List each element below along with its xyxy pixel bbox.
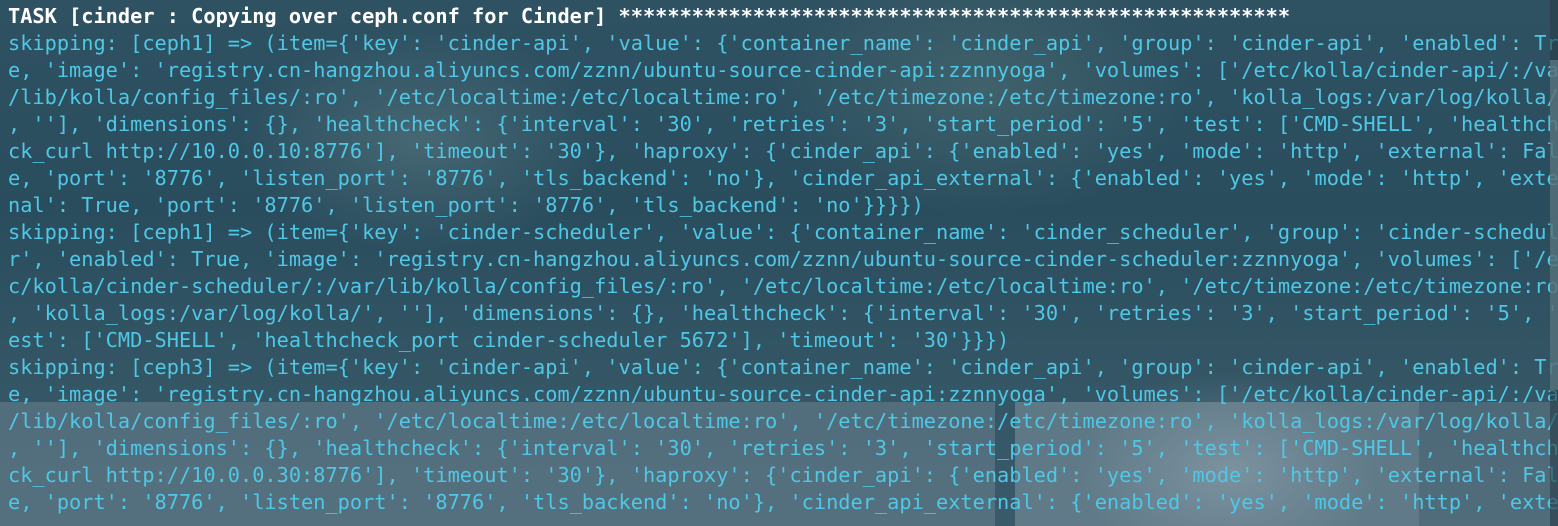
- output-line: , ''], 'dimensions': {}, 'healthcheck': …: [8, 436, 1558, 460]
- output-line: e, 'image': 'registry.cn-hangzhou.aliyun…: [8, 382, 1558, 406]
- output-line: /lib/kolla/config_files/:ro', '/etc/loca…: [8, 85, 1558, 109]
- terminal-window[interactable]: TASK [cinder : Copying over ceph.conf fo…: [0, 0, 1558, 526]
- output-line: e, 'port': '8776', 'listen_port': '8776'…: [8, 166, 1558, 190]
- output-line: skipping: [ceph3] => (item={'key': 'cind…: [8, 355, 1558, 379]
- output-line: , ''], 'dimensions': {}, 'healthcheck': …: [8, 112, 1558, 136]
- output-line: e, 'image': 'registry.cn-hangzhou.aliyun…: [8, 58, 1558, 82]
- output-line: est': ['CMD-SHELL', 'healthcheck_port ci…: [8, 328, 1010, 352]
- output-line: c/kolla/cinder-scheduler/:/var/lib/kolla…: [8, 274, 1558, 298]
- output-line: skipping: [ceph1] => (item={'key': 'cind…: [8, 220, 1558, 244]
- output-line: r', 'enabled': True, 'image': 'registry.…: [8, 247, 1558, 271]
- output-line: , 'kolla_logs:/var/log/kolla/', ''], 'di…: [8, 301, 1558, 325]
- task-header-line: TASK [cinder : Copying over ceph.conf fo…: [8, 4, 1291, 28]
- output-line: skipping: [ceph1] => (item={'key': 'cind…: [8, 31, 1558, 55]
- scrollbar-thumb[interactable]: [1550, 60, 1558, 390]
- output-line: ck_curl http://10.0.0.10:8776'], 'timeou…: [8, 139, 1558, 163]
- output-line: e, 'port': '8776', 'listen_port': '8776'…: [8, 490, 1558, 514]
- output-line: /lib/kolla/config_files/:ro', '/etc/loca…: [8, 409, 1558, 433]
- output-line: ck_curl http://10.0.0.30:8776'], 'timeou…: [8, 463, 1558, 487]
- scrollbar[interactable]: [1550, 0, 1558, 526]
- output-line: nal': True, 'port': '8776', 'listen_port…: [8, 193, 924, 217]
